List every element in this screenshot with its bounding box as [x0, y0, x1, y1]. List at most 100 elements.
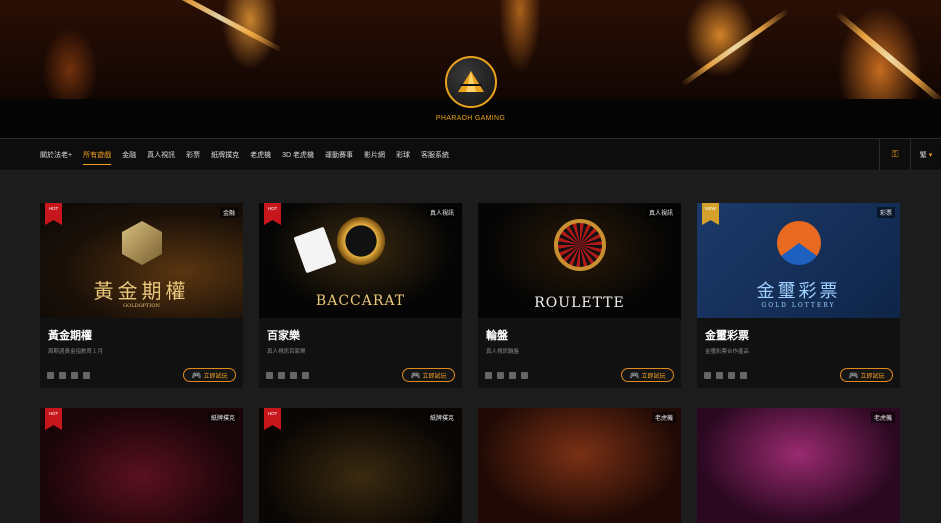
card-body: 百家樂 真人視訊百家樂 🎮 立即試玩: [259, 318, 462, 388]
play-now-button[interactable]: 🎮 立即試玩: [183, 368, 236, 382]
apple-icon: [509, 372, 516, 379]
art-title: BACCARAT: [315, 293, 406, 309]
pharaoh-logo-icon[interactable]: [445, 56, 497, 108]
desktop-icon: [485, 372, 492, 379]
game-card[interactable]: ROULETTE 真人視訊 輪盤 真人視訊輪盤 🎮 立即試玩: [478, 203, 681, 388]
game-art: 黃金期權 GOLDOPTION HOT 金融: [40, 203, 243, 318]
mobile-icon: [59, 372, 66, 379]
card-body: 輪盤 真人視訊輪盤 🎮 立即試玩: [478, 318, 681, 388]
android-icon: [521, 372, 528, 379]
game-art: HOT 紙牌撲克: [259, 408, 462, 523]
category-tag: 紙牌撲克: [207, 412, 238, 423]
card-body: 金璽彩票 金璽彩票合作產品 🎮 立即試玩: [697, 318, 900, 388]
category-tag: 老虎機: [651, 412, 676, 423]
hot-badge: HOT: [264, 408, 281, 430]
nav-item-ball[interactable]: 彩球: [396, 150, 410, 160]
gamepad-icon: 🎮: [191, 370, 202, 380]
game-card[interactable]: 老虎機: [697, 408, 900, 523]
gold-lottery-emblem-icon: [777, 221, 821, 265]
gamepad-icon: 🎮: [410, 370, 421, 380]
play-label: 立即試玩: [641, 373, 666, 380]
play-now-button[interactable]: 🎮 立即試玩: [402, 368, 455, 382]
device-icons: [704, 372, 747, 379]
mobile-icon: [497, 372, 504, 379]
gold-option-emblem-icon: [122, 221, 162, 265]
game-card[interactable]: 黃金期權 GOLDOPTION HOT 金融 黃金期權 周期週黃金指數買１月 🎮…: [40, 203, 243, 388]
game-art: HOT 紙牌撲克: [40, 408, 243, 523]
apple-icon: [728, 372, 735, 379]
desktop-icon: [704, 372, 711, 379]
chevron-down-icon: ▾: [928, 151, 933, 159]
game-art: 金璽彩票 GOLD LOTTERY NEW 彩票: [697, 203, 900, 318]
art-title: ROULETTE: [534, 295, 625, 311]
nav-item-lottery[interactable]: 彩票: [186, 150, 200, 160]
device-icons: [485, 372, 528, 379]
playing-cards-icon: [293, 226, 337, 274]
mobile-icon: [278, 372, 285, 379]
category-tag: 彩票: [876, 207, 895, 218]
game-art: BACCARAT HOT 真人視訊: [259, 203, 462, 318]
hot-badge: HOT: [264, 203, 281, 225]
game-title: 百家樂: [267, 330, 300, 342]
game-card[interactable]: BACCARAT HOT 真人視訊 百家樂 真人視訊百家樂 🎮 立即試玩: [259, 203, 462, 388]
hot-badge: HOT: [45, 408, 62, 430]
game-art: ROULETTE 真人視訊: [478, 203, 681, 318]
nav-item-cards[interactable]: 紙牌撲克: [211, 150, 239, 160]
game-description: 金璽彩票合作產品: [705, 349, 750, 355]
play-now-button[interactable]: 🎮 立即試玩: [840, 368, 893, 382]
nav-item-all-games[interactable]: 所有遊戲: [83, 150, 112, 165]
nav-item-live[interactable]: 真人視訊: [147, 150, 175, 160]
nav-item-about[interactable]: 關於法老+: [40, 150, 72, 160]
art-subtitle: GOLDOPTION: [123, 303, 160, 309]
nav-item-slots[interactable]: 老虎機: [250, 150, 271, 160]
language-label: 繁: [919, 151, 927, 159]
play-label: 立即試玩: [203, 373, 228, 380]
login-icon[interactable]: ⚿: [879, 139, 910, 170]
game-art: 老虎機: [697, 408, 900, 523]
game-card[interactable]: HOT 紙牌撲克: [40, 408, 243, 523]
roulette-wheel-icon: [554, 219, 606, 271]
nav-item-finance[interactable]: 金融: [122, 150, 136, 160]
game-description: 真人視訊輪盤: [486, 349, 520, 355]
device-icons: [266, 372, 309, 379]
new-badge: NEW: [702, 203, 719, 225]
game-description: 真人視訊百家樂: [267, 349, 306, 355]
gamepad-icon: 🎮: [629, 370, 640, 380]
play-label: 立即試玩: [860, 373, 885, 380]
category-tag: 金融: [219, 207, 238, 218]
desktop-icon: [266, 372, 273, 379]
nav-item-sports[interactable]: 運動賽事: [325, 150, 353, 160]
game-card[interactable]: HOT 紙牌撲克: [259, 408, 462, 523]
language-selector[interactable]: 繁 ▾: [910, 139, 941, 170]
mobile-icon: [716, 372, 723, 379]
play-now-button[interactable]: 🎮 立即試玩: [621, 368, 674, 382]
hot-badge: HOT: [45, 203, 62, 225]
game-card[interactable]: 金璽彩票 GOLD LOTTERY NEW 彩票 金璽彩票 金璽彩票合作產品 🎮…: [697, 203, 900, 388]
fire-streak: [834, 10, 941, 99]
device-icons: [47, 372, 90, 379]
game-title: 黃金期權: [48, 330, 92, 342]
main-nav: 關於法老+ 所有遊戲 金融 真人視訊 彩票 紙牌撲克 老虎機 3D 老虎機 運動…: [0, 139, 941, 171]
apple-icon: [290, 372, 297, 379]
android-icon: [740, 372, 747, 379]
android-icon: [83, 372, 90, 379]
game-title: 輪盤: [486, 330, 508, 342]
category-tag: 老虎機: [870, 412, 895, 423]
nav-item-video[interactable]: 影片網: [364, 150, 385, 160]
gamepad-icon: 🎮: [848, 370, 859, 380]
card-body: 黃金期權 周期週黃金指數買１月 🎮 立即試玩: [40, 318, 243, 388]
category-tag: 真人視訊: [426, 207, 457, 218]
game-title: 金璽彩票: [705, 330, 749, 342]
art-subtitle: GOLD LOTTERY: [761, 302, 836, 309]
game-card[interactable]: 老虎機: [478, 408, 681, 523]
nav-item-support[interactable]: 客服系統: [421, 150, 449, 160]
art-title: 金璽彩票: [756, 281, 841, 302]
brand-name: PHARAOH GAMING: [435, 115, 506, 122]
category-tag: 紙牌撲克: [426, 412, 457, 423]
android-icon: [302, 372, 309, 379]
nav-right-tools: ⚿ 繁 ▾: [879, 139, 941, 170]
nav-item-3d-slots[interactable]: 3D 老虎機: [282, 150, 314, 160]
art-title: 黃金期權: [93, 279, 190, 303]
category-tag: 真人視訊: [645, 207, 676, 218]
chip-emblem-icon: [337, 217, 385, 265]
